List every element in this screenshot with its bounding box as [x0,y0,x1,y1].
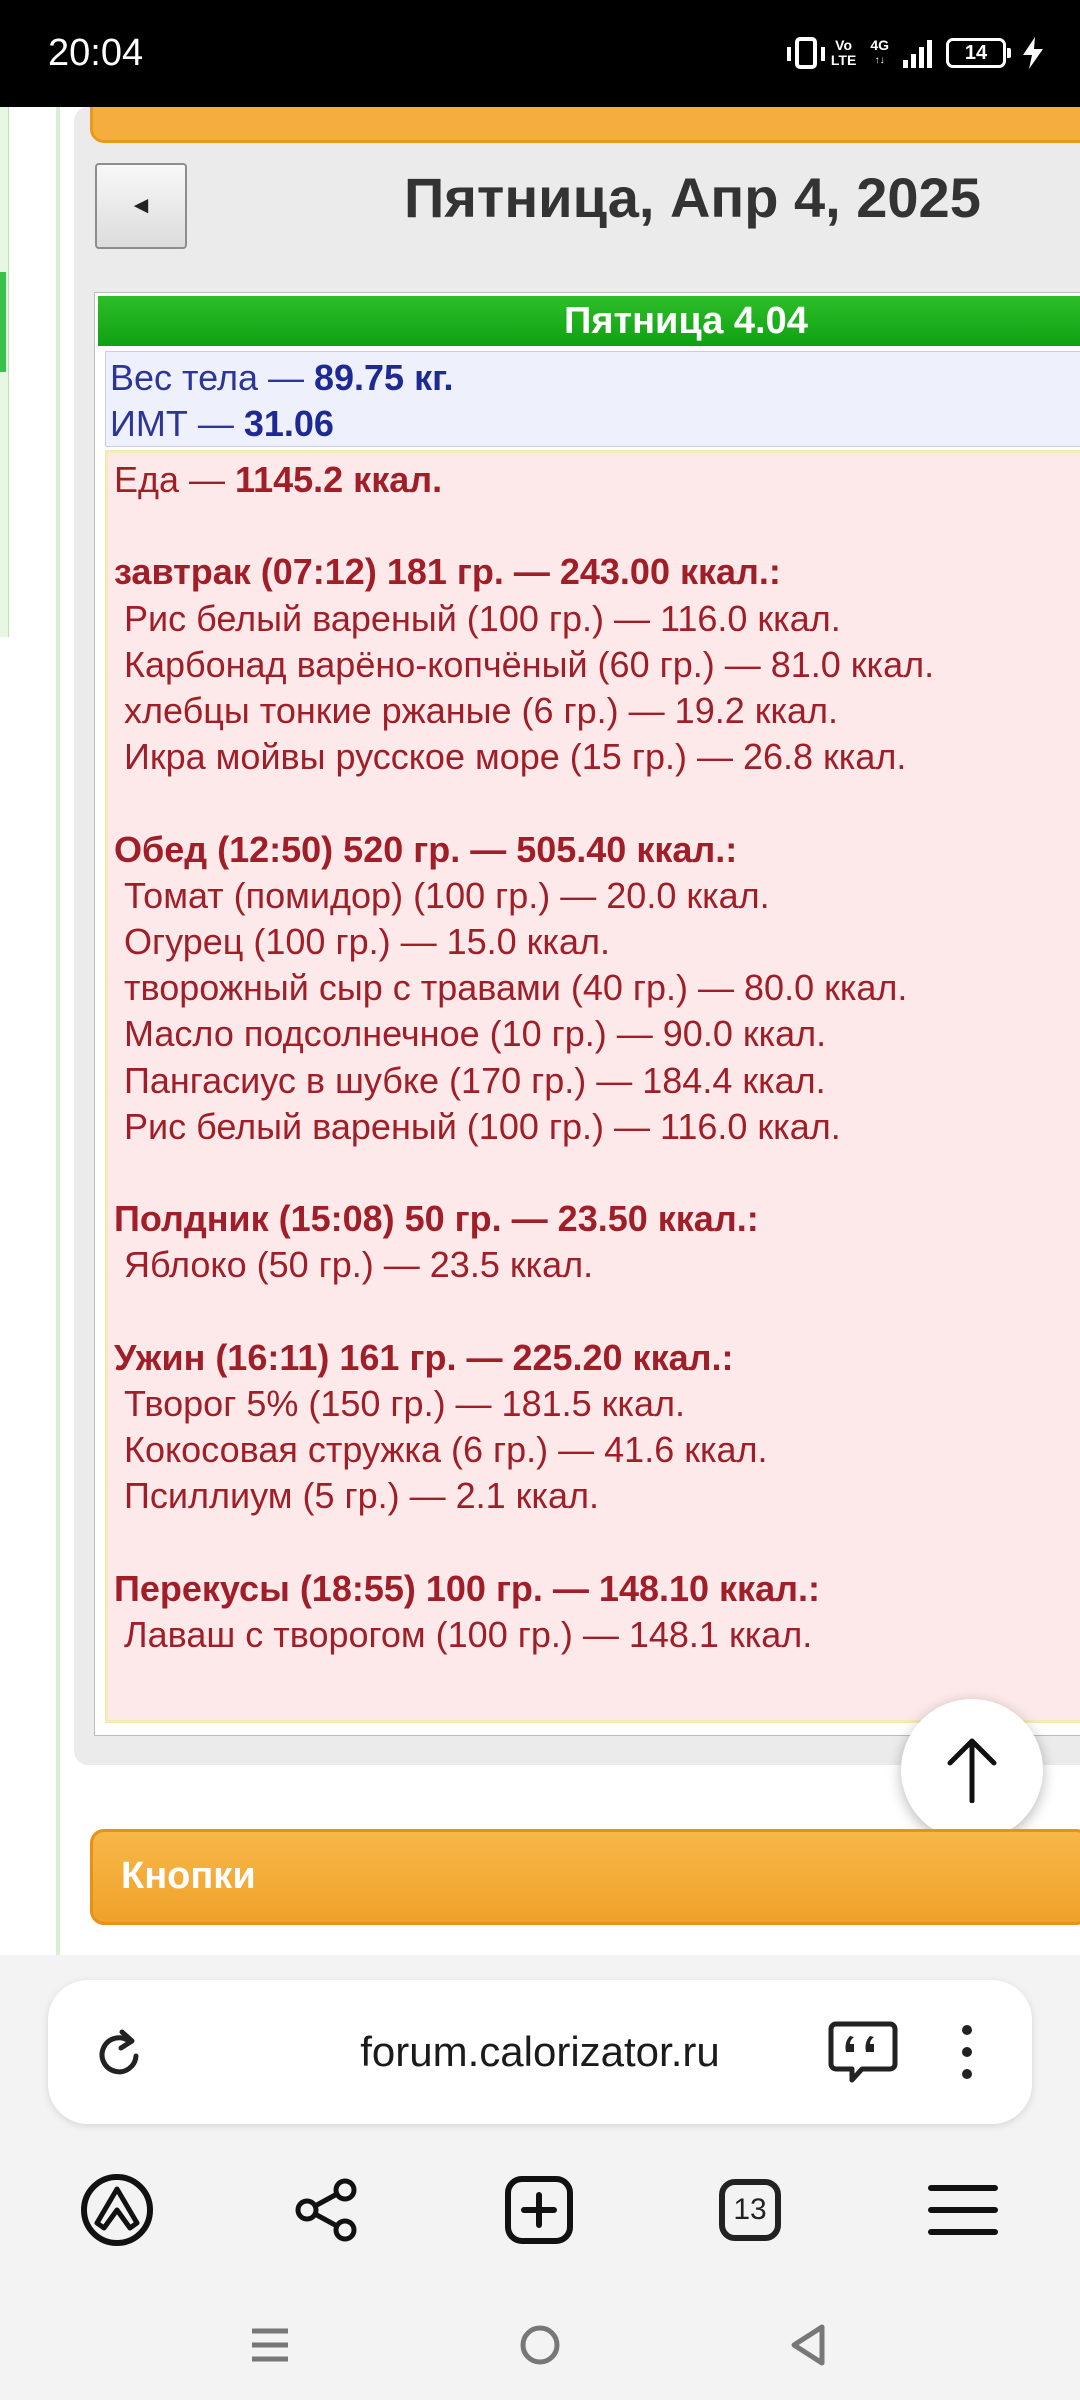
meal-item: хлебцы тонкие ржаные (6 гр.) — 19.2 ккал… [124,690,839,731]
meal-item: Масло подсолнечное (10 гр.) — 90.0 ккал. [124,1013,827,1055]
content-divider [56,107,60,1955]
status-icons: Vo LTE 4G ↑↓ 14 [786,28,1046,78]
day-header[interactable]: Пятница 4.04 [98,296,1080,346]
tabs-icon: 13 [719,2179,781,2241]
meal-item: Творог 5% (150 гр.) — 181.5 ккал. [124,1383,685,1424]
meal-item: творожный сыр с травами (40 гр.) — 80.0 … [124,967,908,1009]
vibrate-icon [786,37,825,69]
meal-item: Карбонад варёно-копчёный (60 гр.) — 81.0… [124,643,935,685]
quote-icon[interactable] [828,2020,898,2084]
status-bar: 20:04 Vo LTE 4G ↑↓ 14 [0,0,1080,107]
sidebar-edge [0,107,8,637]
food-log: Еда — 1145.2 ккал. завтрак (07:12) 181 г… [105,450,1080,1723]
meal-item: Кокосовая стружка (6 гр.) — 41.6 ккал. [124,1429,768,1471]
back-triangle-icon [791,2324,825,2366]
weight-row: Вес тела — 89.75 кг. [106,355,1080,401]
section-header-top [90,107,1080,143]
left-arrow-icon: ◄ [129,192,153,219]
diary-card: Пятница 4.04 Вес тела — 89.75 кг. ИМТ — … [94,292,1080,1736]
sidebar-edge-border [8,107,9,637]
web-page: ◄ Пятница, Апр 4, 2025 Пятница 4.04 Вес … [0,107,1080,1955]
bmi-label: ИМТ — [110,403,244,444]
meal-item: Огурец (100 гр.) — 15.0 ккал. [124,921,610,962]
meal-header: Ужин (16:11) 161 гр. — 225.20 ккал.: [114,1336,734,1378]
body-stats: Вес тела — 89.75 кг. ИМТ — 31.06 [105,351,1080,447]
browser-chrome: forum.calorizator.ru 13 [0,1955,1080,2400]
share-button[interactable] [282,2165,372,2255]
meal-item: Пангасиус в шубке (170 гр.) — 184.4 ккал… [124,1059,826,1101]
volte-icon: Vo LTE [830,37,857,68]
food-total-value: 1145.2 ккал. [235,459,443,500]
new-tab-icon [505,2176,573,2244]
recent-apps-button[interactable] [230,2305,310,2385]
meal-item: Яблоко (50 гр.) — 23.5 ккал. [124,1244,594,1286]
meal-header: Перекусы (18:55) 100 гр. — 148.10 ккал.: [114,1567,820,1609]
sidebar-active-marker [0,272,6,372]
bmi-value: 31.06 [243,403,334,444]
alice-button[interactable] [72,2165,162,2255]
meal-item: Томат (помидор) (100 гр.) — 20.0 ккал. [124,874,770,916]
previous-day-button[interactable]: ◄ [95,163,187,249]
address-bar[interactable]: forum.calorizator.ru [48,1980,1032,2124]
meal-header: Полдник (15:08) 50 гр. — 23.50 ккал.: [114,1198,759,1240]
meal-item: Рис белый вареный (100 гр.) — 116.0 ккал… [124,1105,841,1147]
recents-icon [252,2328,288,2362]
signal-icon [903,38,932,68]
home-button[interactable] [500,2305,580,2385]
tabs-button[interactable]: 13 [705,2165,795,2255]
meal-item: Псиллиум (5 гр.) — 2.1 ккал. [124,1475,599,1517]
meal-header: завтрак (07:12) 181 гр. — 243.00 ккал.: [114,551,781,593]
weight-value: 89.75 кг. [313,357,454,398]
charging-icon [1023,37,1043,69]
back-button[interactable] [768,2305,848,2385]
system-navigation-bar [0,2305,1080,2400]
alice-icon [81,2174,153,2246]
food-total-label: Еда — [114,459,236,500]
browser-toolbar: 13 [0,2165,1080,2265]
food-total: Еда — 1145.2 ккал. [114,457,442,503]
reload-icon[interactable] [92,2026,148,2082]
battery-level: 14 [964,42,988,64]
home-icon [520,2325,560,2365]
meal-item: Рис белый вареный (100 гр.) — 116.0 ккал… [124,597,841,639]
network-type: 4G ↑↓ [870,37,889,67]
meal-header: Обед (12:50) 520 гр. — 505.40 ккал.: [114,828,738,870]
meal-item: Лаваш с творогом (100 гр.) — 148.1 ккал. [124,1614,813,1655]
buttons-section-header[interactable]: Кнопки [90,1829,1080,1925]
bmi-row: ИМТ — 31.06 [106,401,1080,447]
share-icon [295,2178,357,2242]
menu-icon [928,2185,998,2235]
more-options-icon[interactable] [952,2020,982,2084]
battery-icon: 14 [946,38,1011,68]
menu-button[interactable] [918,2165,1008,2255]
weight-label: Вес тела — [110,357,314,398]
arrow-up-icon [947,1738,997,1803]
status-time: 20:04 [48,32,144,74]
new-tab-button[interactable] [494,2165,584,2255]
page-title: Пятница, Апр 4, 2025 [404,166,981,229]
scroll-to-top-button[interactable] [901,1699,1043,1841]
meal-item: Икра мойвы русское море (15 гр.) — 26.8 … [124,736,907,778]
